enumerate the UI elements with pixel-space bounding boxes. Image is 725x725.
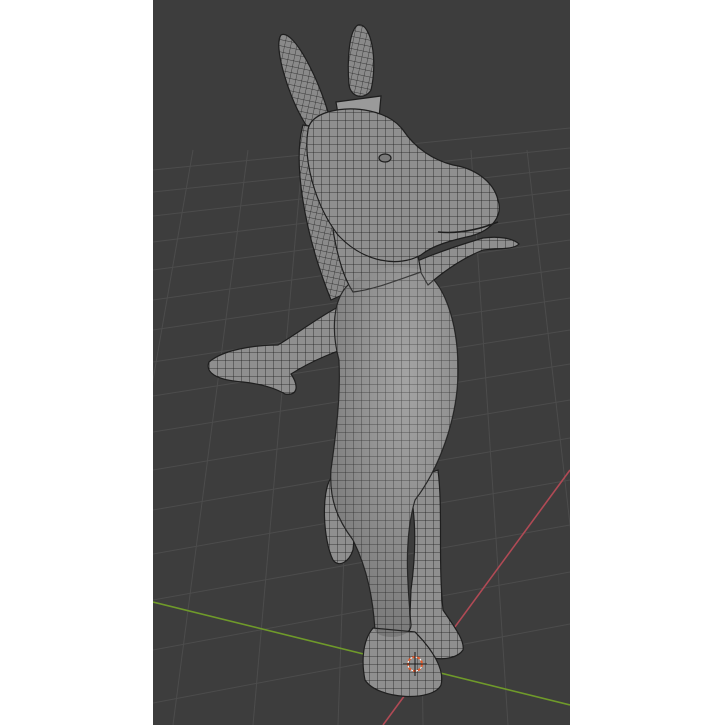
eye (378, 153, 392, 163)
3d-viewport[interactable] (153, 0, 570, 725)
viewport-canvas[interactable] (153, 0, 570, 725)
right-ear[interactable] (347, 24, 375, 97)
